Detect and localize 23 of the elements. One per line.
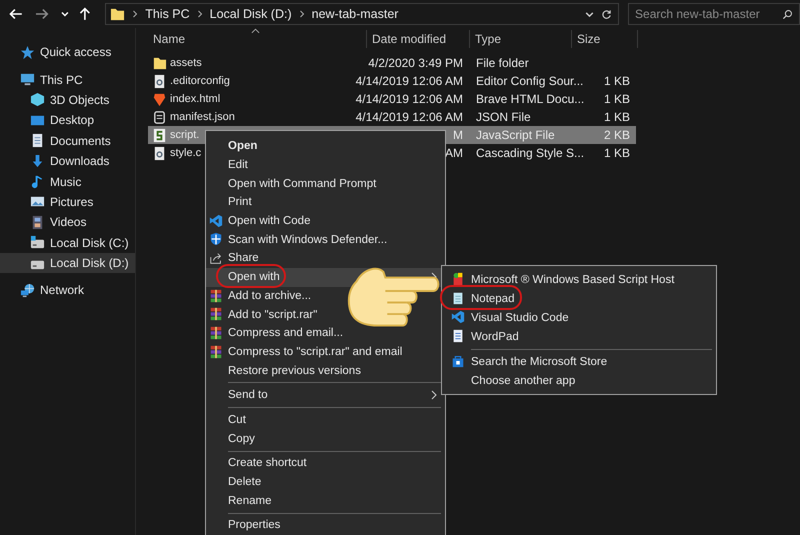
file-name: style.c: [170, 147, 202, 159]
file-size: 1 KB: [604, 74, 630, 88]
date-modified: M: [453, 128, 463, 142]
file-name: script.: [170, 129, 200, 141]
date-modified: 4/14/2019 12:06 AM: [356, 74, 463, 88]
file-type: JavaScript File: [476, 128, 555, 142]
file-name: assets: [170, 57, 202, 69]
date-modified: 4/14/2019 12:06 AM: [356, 92, 463, 106]
date-modified: 4/14/2019 12:06 AM: [356, 110, 463, 124]
file-type: Cascading Style S...: [476, 146, 584, 160]
file-size: 1 KB: [604, 146, 630, 160]
file-name: .editorconfig: [170, 75, 230, 87]
file-type: Brave HTML Docu...: [476, 92, 584, 106]
file-size: 1 KB: [604, 92, 630, 106]
file-name: manifest.json: [170, 111, 235, 123]
file-type: JSON File: [476, 110, 531, 124]
file-type: File folder: [476, 56, 529, 70]
file-type: Editor Config Sour...: [476, 74, 584, 88]
file-name: index.html: [170, 93, 220, 105]
file-size: 2 KB: [604, 128, 630, 142]
file-size: 1 KB: [604, 110, 630, 124]
date-modified: 4/2/2020 3:49 PM: [368, 56, 463, 70]
date-modified: AM: [445, 146, 463, 160]
